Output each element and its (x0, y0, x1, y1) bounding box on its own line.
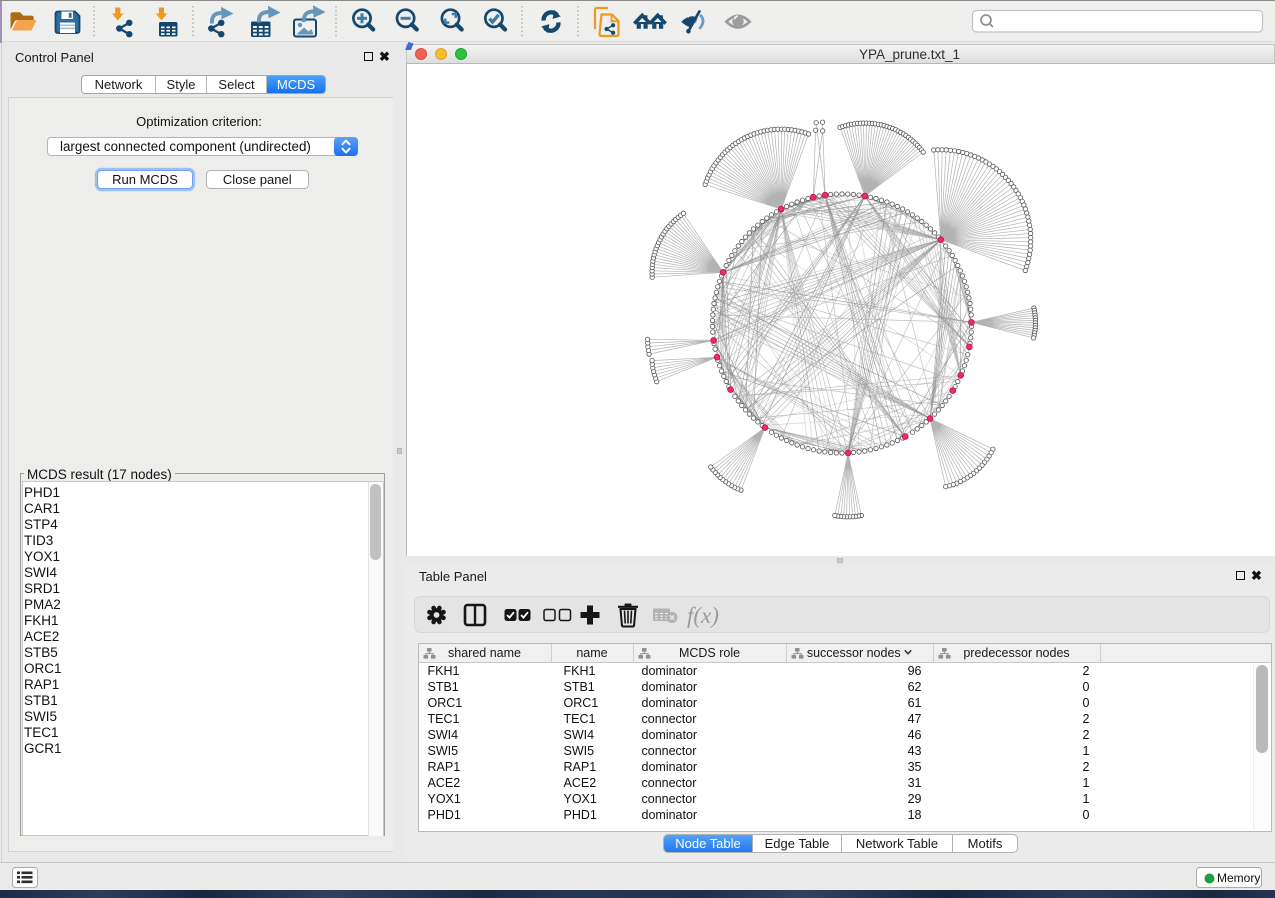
svg-text:f(x): f(x) (687, 603, 719, 628)
